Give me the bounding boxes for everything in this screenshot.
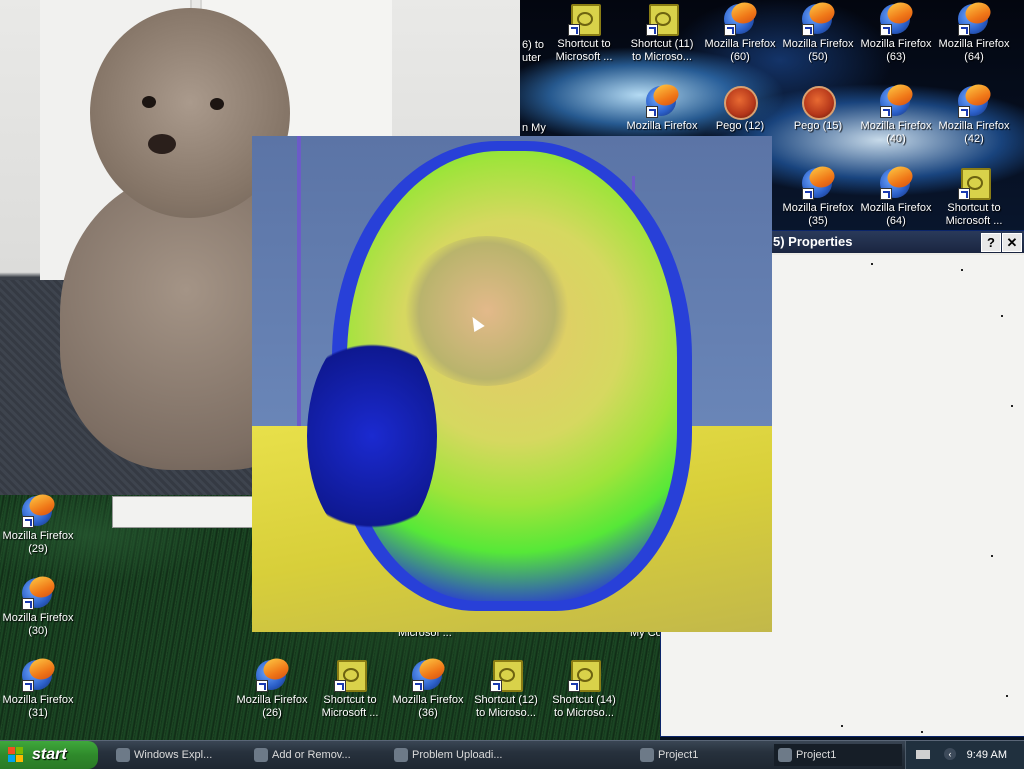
shortcut-arrow-icon (958, 24, 970, 36)
app-icon (778, 748, 792, 762)
keyboard-icon[interactable] (916, 750, 930, 759)
shortcut-arrow-icon (880, 24, 892, 36)
shortcut-arrow-icon (334, 680, 346, 692)
taskbar-item-problem-uploading[interactable]: Problem Uploadi... (390, 744, 518, 766)
desktop-icon-firefox-64b[interactable]: Mozilla Firefox (64) (858, 168, 934, 228)
desktop-icon-firefox-42[interactable]: Mozilla Firefox (42) (936, 86, 1012, 146)
shortcut-arrow-icon (256, 680, 268, 692)
shortcut-arrow-icon (22, 516, 34, 528)
shortcut-arrow-icon (880, 106, 892, 118)
shortcut-arrow-icon (802, 188, 814, 200)
start-label: start (32, 746, 67, 763)
shortcut-arrow-icon (646, 106, 658, 118)
shortcut-arrow-icon (802, 24, 814, 36)
shortcut-arrow-icon (568, 680, 580, 692)
pego-icon (724, 86, 758, 120)
app-icon (640, 748, 654, 762)
control-panel-icon (254, 748, 268, 762)
shortcut-arrow-icon (568, 24, 580, 36)
shortcut-arrow-icon (490, 680, 502, 692)
folder-icon (116, 748, 130, 762)
icon-label-fragment: 6) to (522, 39, 545, 51)
clock[interactable]: 9:49 AM (967, 741, 1007, 769)
desktop-icon-firefox-36[interactable]: Mozilla Firefox (36) (390, 660, 466, 720)
window-title: 5) Properties (773, 234, 853, 249)
desktop-icon-shortcut-microsoft-3[interactable]: Shortcut to Microsoft ... (312, 660, 388, 720)
shortcut-arrow-icon (880, 188, 892, 200)
chevron-left-icon[interactable]: ‹ (944, 748, 956, 760)
desktop-icon-firefox[interactable]: Mozilla Firefox (624, 86, 700, 133)
desktop-icon-firefox-63[interactable]: Mozilla Firefox (63) (858, 4, 934, 64)
desktop-icon-pego-15[interactable]: Pego (15) (780, 86, 856, 133)
desktop-icon-firefox-35[interactable]: Mozilla Firefox (35) (780, 168, 856, 228)
desktop-icon-firefox-26[interactable]: Mozilla Firefox (26) (234, 660, 310, 720)
taskbar-item-add-remove[interactable]: Add or Remov... (250, 744, 378, 766)
desktop-icon-shortcut-microsoft-2[interactable]: Shortcut to Microsoft ... (936, 168, 1012, 228)
shortcut-arrow-icon (958, 106, 970, 118)
desktop-icon-pego-12[interactable]: Pego (12) (702, 86, 778, 133)
desktop-icon-firefox-60[interactable]: Mozilla Firefox (60) (702, 4, 778, 64)
desktop-icon-firefox-30[interactable]: Mozilla Firefox (30) (0, 578, 76, 638)
shortcut-arrow-icon (22, 598, 34, 610)
taskbar: start Windows Expl... Add or Remov... Pr… (0, 740, 1024, 769)
shortcut-arrow-icon (724, 24, 736, 36)
help-button[interactable]: ? (981, 233, 1001, 252)
icon-label-fragment: n My (522, 122, 546, 134)
desktop-icon-shortcut-microsoft[interactable]: Shortcut to Microsoft ... (546, 4, 622, 64)
desktop-icon-shortcut-12[interactable]: Shortcut (12) to Microso... (468, 660, 544, 720)
desktop-icon-firefox-50[interactable]: Mozilla Firefox (50) (780, 4, 856, 64)
pego-icon (802, 86, 836, 120)
window-remnant (112, 496, 254, 528)
desktop-icon-firefox-31[interactable]: Mozilla Firefox (31) (0, 660, 76, 720)
desktop-icon-firefox-40[interactable]: Mozilla Firefox (40) (858, 86, 934, 146)
icon-label-fragment: uter (522, 52, 541, 64)
taskbar-item-windows-explorer[interactable]: Windows Expl... (112, 744, 240, 766)
browser-icon (394, 748, 408, 762)
desktop-icon-firefox-29[interactable]: Mozilla Firefox (29) (0, 496, 76, 556)
taskbar-item-project1-active[interactable]: Project1 (774, 744, 902, 766)
start-button[interactable]: start (0, 741, 98, 769)
shortcut-arrow-icon (646, 24, 658, 36)
taskbar-item-project1[interactable]: Project1 (636, 744, 764, 766)
system-tray: ‹ 9:49 AM (905, 741, 1024, 769)
windows-logo-icon (8, 747, 24, 763)
shortcut-arrow-icon (412, 680, 424, 692)
desktop-icon-shortcut-11[interactable]: Shortcut (11) to Microso... (624, 4, 700, 64)
desktop-icon-firefox-64[interactable]: Mozilla Firefox (64) (936, 4, 1012, 64)
image-viewer-dog-filtered[interactable] (252, 136, 772, 632)
desktop-icon-shortcut-14[interactable]: Shortcut (14) to Microso... (546, 660, 622, 720)
shortcut-arrow-icon (22, 680, 34, 692)
close-button[interactable]: ✕ (1002, 233, 1022, 252)
shortcut-arrow-icon (958, 188, 970, 200)
